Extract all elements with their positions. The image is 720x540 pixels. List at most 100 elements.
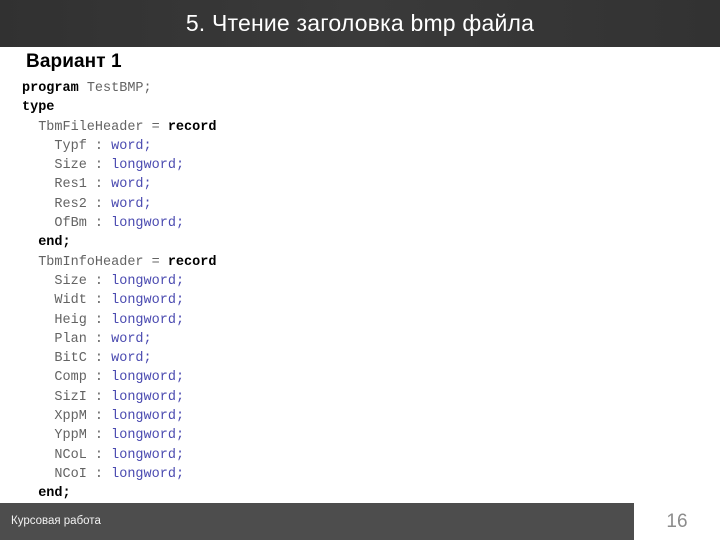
code-token: type bbox=[22, 100, 55, 116]
code-token: Res1 : bbox=[54, 177, 112, 193]
code-token: record bbox=[167, 254, 217, 270]
code-token: ; bbox=[143, 138, 152, 154]
code-token: Plan : bbox=[54, 331, 112, 347]
code-token: TbmInfoHeader = bbox=[38, 254, 168, 270]
code-token: Comp : bbox=[54, 370, 112, 386]
code-token: ; bbox=[143, 177, 152, 193]
code-token: record bbox=[167, 119, 217, 135]
code-token: Typf : bbox=[54, 138, 112, 154]
code-token: ; bbox=[143, 196, 152, 212]
code-token: ; bbox=[143, 331, 152, 347]
code-token: longword bbox=[111, 312, 176, 328]
variant-heading: Вариант 1 bbox=[26, 51, 122, 72]
code-token: longword bbox=[111, 370, 176, 386]
code-token: ; bbox=[175, 428, 185, 444]
code-token: longword bbox=[111, 158, 176, 174]
footer-label: Курсовая работа bbox=[11, 515, 101, 527]
code-token: ; bbox=[175, 409, 185, 425]
code-line: program TestBMP; bbox=[22, 79, 216, 98]
code-line: Res2 : word; bbox=[22, 195, 216, 214]
code-token: ; bbox=[175, 273, 185, 289]
code-token: XppM : bbox=[54, 409, 112, 425]
code-token: ; bbox=[175, 370, 185, 386]
code-line: Size : longword; bbox=[22, 272, 216, 291]
code-block: program TestBMP; type TbmFileHeader = rec… bbox=[22, 79, 216, 504]
slide-number: 16 bbox=[666, 511, 688, 532]
code-line: NCoL : longword; bbox=[22, 446, 216, 465]
code-line: Widt : longword; bbox=[22, 291, 216, 310]
code-line: type bbox=[22, 98, 216, 117]
code-token: Size : bbox=[54, 158, 112, 174]
code-token: word bbox=[111, 177, 144, 193]
code-token: ; bbox=[175, 389, 185, 405]
code-token: NCoL : bbox=[54, 447, 112, 463]
code-token: ; bbox=[175, 447, 185, 463]
code-token: BitC : bbox=[54, 351, 112, 367]
code-token: ; bbox=[143, 351, 152, 367]
code-token: ; bbox=[175, 216, 185, 232]
code-line: Typf : word; bbox=[22, 137, 216, 156]
code-token: SizI : bbox=[54, 389, 112, 405]
code-token: Heig : bbox=[54, 312, 112, 328]
code-token: longword bbox=[111, 409, 176, 425]
code-line: Heig : longword; bbox=[22, 311, 216, 330]
page-title: 5. Чтение заголовка bmp файла bbox=[185, 10, 535, 36]
code-token: ; bbox=[175, 466, 185, 482]
code-token: Size : bbox=[54, 273, 112, 289]
code-token: ; bbox=[175, 312, 185, 328]
code-token: TestBMP; bbox=[86, 81, 152, 96]
code-token: word bbox=[111, 138, 144, 154]
code-token: ; bbox=[175, 158, 185, 174]
code-token: TbmFileHeader = bbox=[38, 119, 168, 135]
code-line: Res1 : word; bbox=[22, 175, 216, 194]
code-token: longword bbox=[111, 293, 176, 309]
code-line: Plan : word; bbox=[22, 330, 216, 349]
code-token: longword bbox=[111, 447, 176, 463]
code-line: Comp : longword; bbox=[22, 368, 216, 387]
code-token: longword bbox=[111, 428, 176, 444]
code-token: OfBm : bbox=[54, 216, 112, 232]
code-token: longword bbox=[111, 273, 176, 289]
code-token: longword bbox=[111, 216, 176, 232]
code-token: word bbox=[111, 331, 144, 347]
code-token: word bbox=[111, 351, 144, 367]
code-line: BitC : word; bbox=[22, 349, 216, 368]
slide-header: 5. Чтение заголовка bmp файла bbox=[0, 0, 720, 47]
code-token: longword bbox=[111, 466, 176, 482]
code-line: Size : longword; bbox=[22, 156, 216, 175]
code-line: OfBm : longword; bbox=[22, 214, 216, 233]
code-line: YppM : longword; bbox=[22, 426, 216, 445]
code-line: end; bbox=[22, 233, 216, 252]
code-line: end; bbox=[22, 484, 216, 503]
code-line: XppM : longword; bbox=[22, 407, 216, 426]
code-token: program bbox=[22, 81, 79, 96]
slide-footer: Курсовая работа 16 bbox=[0, 503, 720, 540]
code-line: NCoI : longword; bbox=[22, 465, 216, 484]
code-token: end; bbox=[38, 486, 71, 502]
code-line: TbmInfoHeader = record bbox=[22, 253, 216, 272]
code-token: end; bbox=[38, 235, 71, 251]
code-token: NCoI : bbox=[54, 466, 112, 482]
code-token: Res2 : bbox=[54, 196, 112, 212]
code-token: word bbox=[111, 196, 144, 212]
code-line: SizI : longword; bbox=[22, 388, 216, 407]
